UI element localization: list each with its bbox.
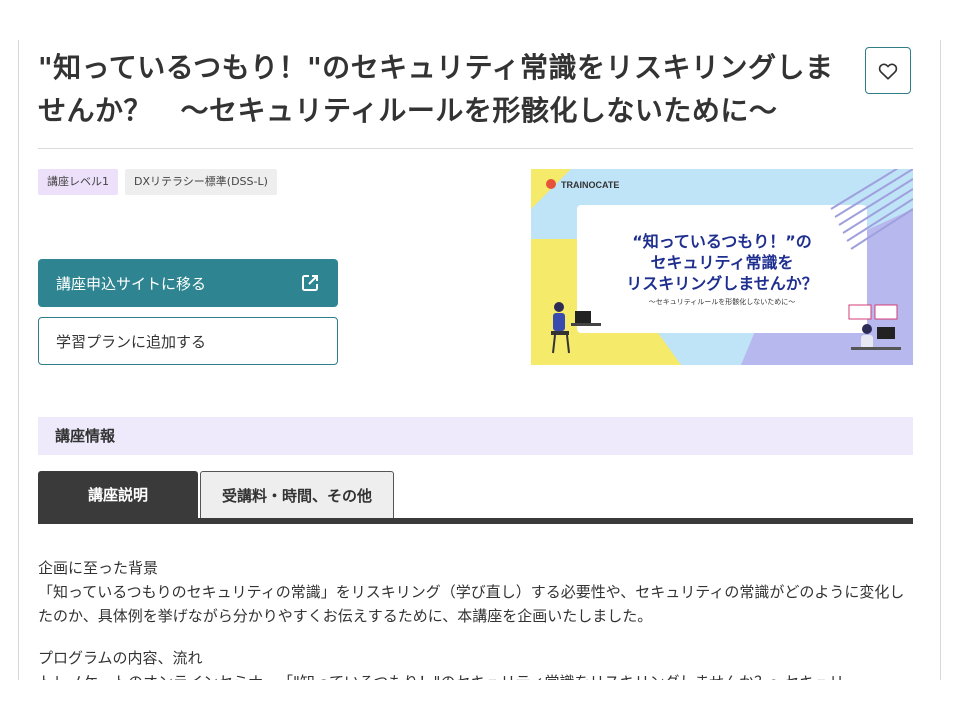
svg-text:～セキュリティルールを形骸化しないために～: ～セキュリティルールを形骸化しないために～ xyxy=(649,297,796,306)
svg-text:“知っているつもり！”の: “知っているつもり！”の xyxy=(632,232,812,251)
course-info-section-header: 講座情報 xyxy=(38,417,913,455)
apply-site-button[interactable]: 講座申込サイトに移る xyxy=(38,259,338,307)
apply-site-button-label: 講座申込サイトに移る xyxy=(56,274,207,293)
tab-course-description[interactable]: 講座説明 xyxy=(38,471,198,518)
tag-course-level: 講座レベル1 xyxy=(38,169,118,195)
add-to-plan-button[interactable]: 学習プランに追加する xyxy=(38,317,338,365)
svg-text:TRAINOCATE: TRAINOCATE xyxy=(561,180,619,190)
course-description-content: 企画に至った背景 「知っているつもりのセキュリティの常識」をリスキリング（学び直… xyxy=(38,556,918,680)
background-heading: 企画に至った背景 xyxy=(38,559,159,577)
program-body: トレノケートのオンラインセミナー「"知っているつもり！"のセキュリティ常識をリス… xyxy=(38,670,918,680)
tab-fee-time-other[interactable]: 受講料・時間、その他 xyxy=(200,471,394,518)
title-divider xyxy=(38,148,913,149)
external-link-icon xyxy=(302,275,318,291)
svg-text:リスキリングしませんか？: リスキリングしませんか？ xyxy=(626,274,818,293)
page-title: "知っているつもり！"のセキュリティ常識をリスキリングしませんか？ ～セキュリテ… xyxy=(38,51,834,127)
course-tags: 講座レベル1 DXリテラシー標準(DSS-L) xyxy=(38,169,277,195)
program-heading: プログラムの内容、流れ xyxy=(38,649,203,667)
svg-text:セキュリティ常識を: セキュリティ常識を xyxy=(650,253,793,272)
heart-outline-icon xyxy=(878,62,898,80)
tab-underline-bar xyxy=(38,518,913,524)
tag-dx-standard: DXリテラシー標準(DSS-L) xyxy=(125,169,277,195)
course-banner-image: TRAINOCATE “知っているつもり！”の セキュリティ常識を リスキリング… xyxy=(531,169,913,365)
background-body: 「知っているつもりのセキュリティの常識」をリスキリング（学び直し）する必要性や、… xyxy=(38,583,905,625)
course-detail-page: "知っているつもり！"のセキュリティ常識をリスキリングしませんか？ ～セキュリテ… xyxy=(0,0,960,680)
trainocate-logo-icon xyxy=(546,179,556,189)
favorite-button[interactable] xyxy=(865,47,911,94)
add-to-plan-button-label: 学習プランに追加する xyxy=(56,332,207,351)
